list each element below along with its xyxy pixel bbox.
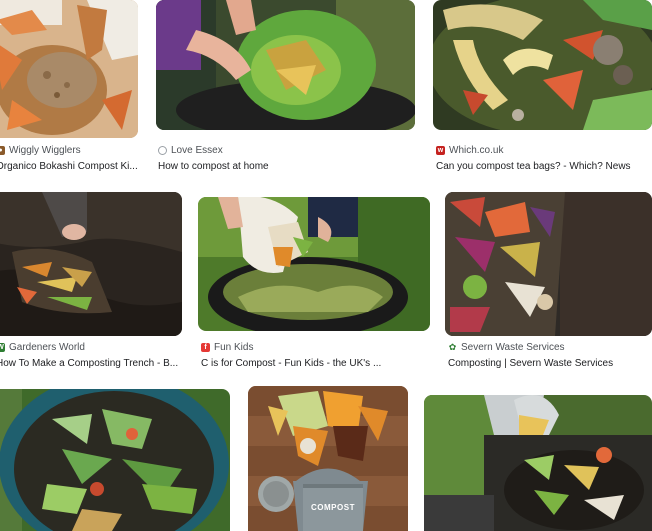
- result-image-3[interactable]: [433, 0, 652, 130]
- result-title-4[interactable]: How To Make a Composting Trench - B...: [0, 358, 182, 369]
- result-title-6[interactable]: Composting | Severn Waste Services: [448, 358, 648, 369]
- result-title-1[interactable]: Organico Bokashi Compost Ki...: [0, 161, 138, 172]
- result-source-label: Wiggly Wigglers: [9, 145, 81, 156]
- result-image-5[interactable]: [198, 197, 430, 331]
- result-title-3[interactable]: Can you compost tea bags? - Which? News: [436, 161, 650, 172]
- result-source-2: Love Essex: [158, 145, 408, 156]
- gw-favicon-icon: W: [0, 343, 5, 352]
- funkids-favicon-icon: f: [201, 343, 210, 352]
- result-image-2[interactable]: [156, 0, 415, 130]
- result-title-2[interactable]: How to compost at home: [158, 161, 413, 172]
- result-image-7[interactable]: [0, 389, 230, 531]
- result-source-3: w Which.co.uk: [436, 145, 646, 156]
- result-source-label: Love Essex: [171, 145, 223, 156]
- severn-favicon-icon: ✿: [448, 342, 457, 352]
- result-source-label: Which.co.uk: [449, 145, 504, 156]
- result-image-1[interactable]: [0, 0, 138, 138]
- result-source-4: W Gardeners World: [0, 342, 182, 353]
- result-image-9[interactable]: [424, 395, 652, 531]
- result-source-1: ● Wiggly Wigglers: [0, 145, 136, 156]
- result-image-6[interactable]: [445, 192, 652, 336]
- result-image-4[interactable]: [0, 192, 182, 336]
- leaf-favicon-icon: ●: [0, 146, 5, 155]
- result-source-label: Gardeners World: [9, 342, 85, 353]
- result-source-5: f Fun Kids: [201, 342, 427, 353]
- result-title-5[interactable]: C is for Compost - Fun Kids - the UK's .…: [201, 358, 429, 369]
- globe-favicon-icon: [158, 146, 167, 155]
- result-image-8[interactable]: COMPOST: [248, 386, 408, 531]
- result-source-6: ✿ Severn Waste Services: [448, 342, 648, 353]
- which-favicon-icon: w: [436, 146, 445, 155]
- result-source-label: Fun Kids: [214, 342, 254, 353]
- caddy-label-text: COMPOST: [311, 503, 355, 512]
- result-source-label: Severn Waste Services: [461, 342, 565, 353]
